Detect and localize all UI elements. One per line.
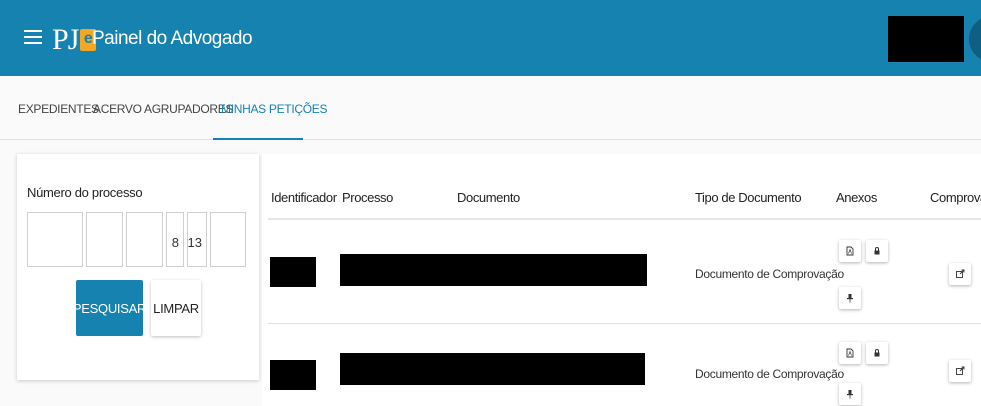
document-type: Documento de Comprovação (695, 267, 844, 281)
process-number-field-6[interactable] (210, 212, 246, 267)
lock-icon[interactable] (866, 342, 888, 364)
column-header-documento[interactable]: Documento (457, 190, 520, 205)
logo-letter-j: J (67, 23, 80, 56)
pin-icon[interactable] (839, 383, 861, 405)
redacted-processo-documento (340, 353, 645, 385)
tab-expedientes[interactable]: EXPEDIENTES (18, 102, 99, 116)
app-header: P J e Painel do Advogado (0, 0, 981, 76)
clear-button[interactable]: LIMPAR (151, 280, 201, 336)
row-divider (268, 323, 981, 324)
pin-icon[interactable] (839, 287, 861, 309)
column-header-anexos[interactable]: Anexos (836, 190, 877, 205)
external-link-icon[interactable] (949, 263, 971, 285)
petitions-table: Identificador Processo Documento Tipo de… (262, 154, 981, 406)
process-number-field-5[interactable]: 13 (187, 212, 207, 267)
tab-acervo[interactable]: ACERVO (93, 102, 142, 116)
pje-logo: P J e (52, 20, 97, 60)
tab-agrupadores[interactable]: AGRUPADORES (144, 102, 233, 116)
column-header-comprovante[interactable]: Comprovante (930, 190, 981, 205)
pdf-icon[interactable] (839, 342, 861, 364)
avatar[interactable] (969, 16, 981, 62)
column-header-identificador[interactable]: Identificador (271, 190, 337, 205)
tab-minhas-peticoes[interactable]: MINHAS PETIÇÕES (221, 102, 327, 116)
column-header-tipo-documento[interactable]: Tipo de Documento (695, 190, 802, 205)
lock-icon[interactable] (866, 240, 888, 262)
field-value: 13 (187, 235, 202, 250)
document-type: Documento de Comprovação (695, 367, 844, 381)
redacted-processo-documento (340, 254, 647, 286)
tab-bar: EXPEDIENTES ACERVO AGRUPADORES MINHAS PE… (0, 76, 981, 140)
process-number-field-2[interactable] (86, 212, 123, 267)
field-value: 8 (171, 235, 179, 250)
redacted-identificador (270, 257, 316, 287)
process-number-field-1[interactable] (27, 212, 83, 267)
menu-icon[interactable] (24, 30, 42, 44)
header-divider (268, 218, 981, 220)
redacted-identificador (270, 360, 316, 390)
logo-letter-p: P (52, 23, 69, 56)
process-number-field-3[interactable] (126, 212, 163, 267)
external-link-icon[interactable] (949, 360, 971, 382)
column-header-processo[interactable]: Processo (342, 190, 393, 205)
redacted-user-info (888, 16, 964, 62)
search-button[interactable]: PESQUISAR (73, 280, 146, 336)
filter-panel: Número do processo 8 13 PESQUISAR LIMPAR (17, 154, 259, 380)
active-tab-indicator (213, 138, 303, 140)
process-number-label: Número do processo (27, 185, 143, 200)
pdf-icon[interactable] (839, 240, 861, 262)
app-title: Painel do Advogado (92, 28, 253, 49)
process-number-field-4[interactable]: 8 (166, 212, 184, 267)
